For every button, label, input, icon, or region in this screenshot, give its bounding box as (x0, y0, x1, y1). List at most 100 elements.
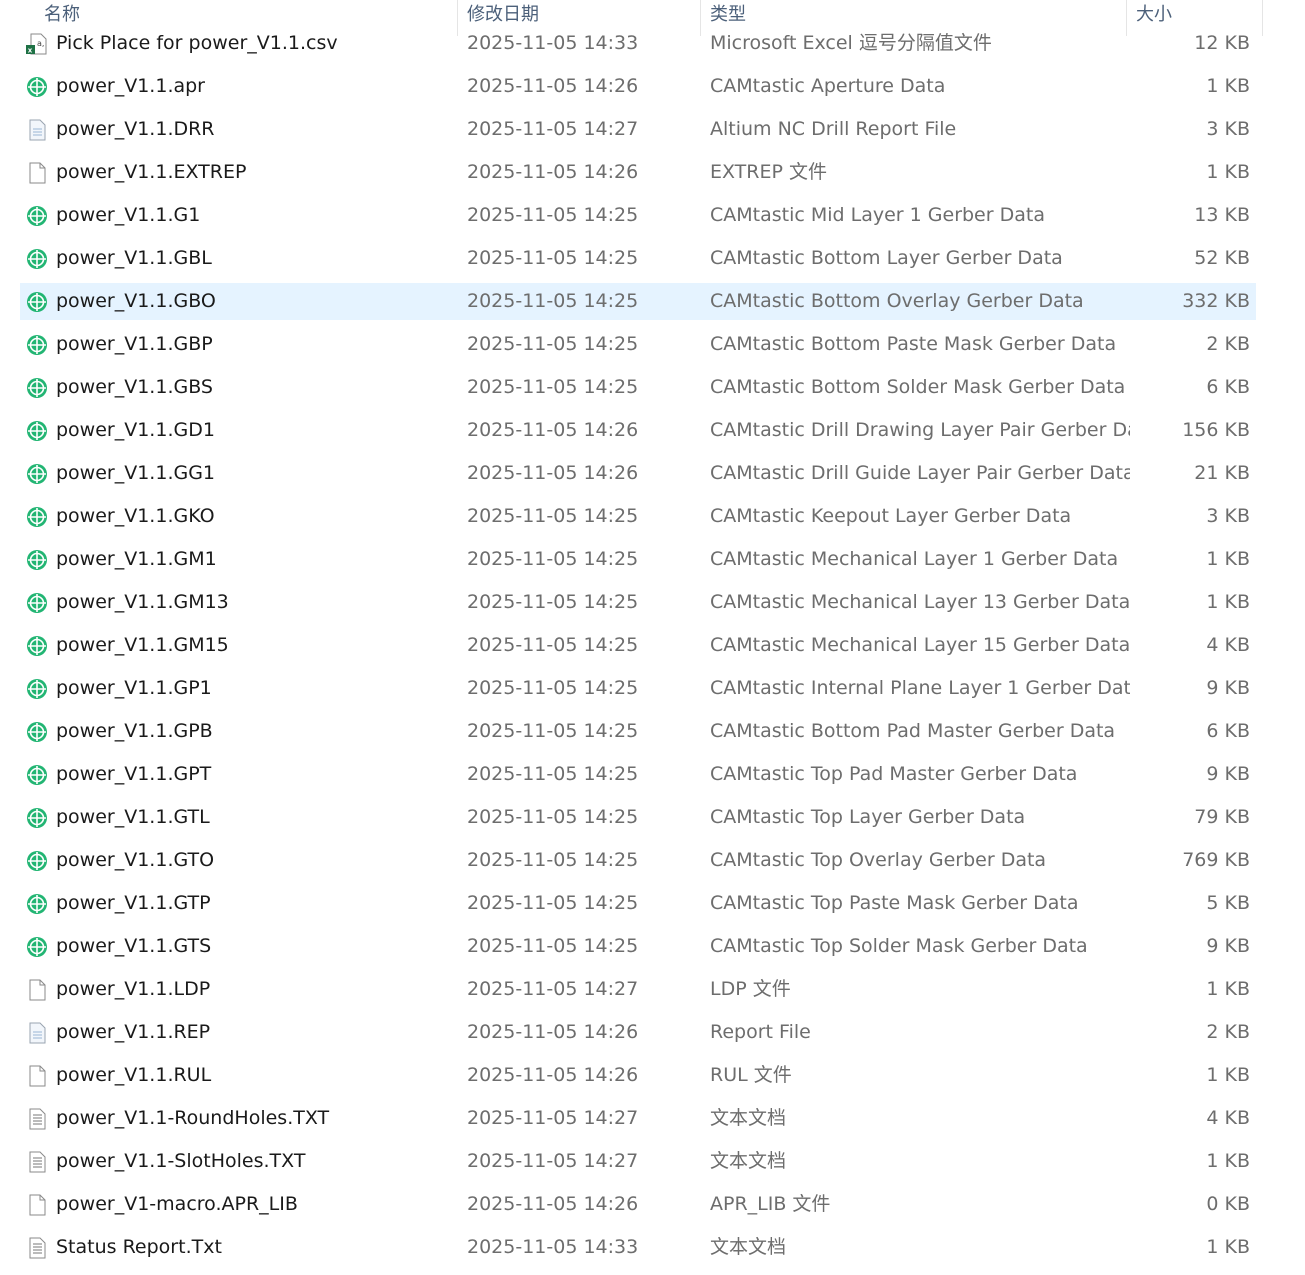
file-size: 9 KB (1206, 763, 1250, 785)
file-row[interactable]: power_V1.1.GM13 2025-11-05 14:25 CAMtastic… (20, 584, 1256, 621)
gerber-icon (26, 893, 48, 915)
file-name: power_V1.1.GBS (56, 376, 213, 398)
file-size: 769 KB (1182, 849, 1250, 871)
gerber-icon (26, 205, 48, 227)
file-row[interactable]: power_V1.1.GTL 2025-11-05 14:25 CAMtastic … (20, 799, 1256, 836)
file-size: 79 KB (1194, 806, 1250, 828)
file-type: CAMtastic Mechanical Layer 1 Gerber Data (710, 548, 1119, 570)
file-name: power_V1.1.REP (56, 1021, 211, 1043)
file-size: 4 KB (1206, 1107, 1250, 1129)
file-name: power_V1.1.GTP (56, 892, 211, 914)
file-type: CAMtastic Drill Drawing Layer Pair Gerbe… (710, 419, 1130, 441)
file-name: power_V1.1.GTL (56, 806, 210, 828)
file-type: CAMtastic Bottom Pad Master Gerber Data (710, 720, 1116, 742)
file-date: 2025-11-05 14:26 (467, 1193, 639, 1215)
file-type: CAMtastic Keepout Layer Gerber Data (710, 505, 1072, 527)
file-size: 1 KB (1206, 1064, 1250, 1086)
file-size: 3 KB (1206, 505, 1250, 527)
file-row[interactable]: power_V1.1.GM1 2025-11-05 14:25 CAMtastic … (20, 541, 1256, 578)
file-row[interactable]: power_V1.1.REP 2025-11-05 14:26 Report Fil… (20, 1014, 1256, 1051)
file-type: CAMtastic Bottom Overlay Gerber Data (710, 290, 1084, 312)
file-size: 156 KB (1182, 419, 1250, 441)
file-date: 2025-11-05 14:26 (467, 75, 639, 97)
gerber-icon (26, 463, 48, 485)
blank-file-icon (26, 1065, 48, 1087)
file-row[interactable]: power_V1.1.EXTREP 2025-11-05 14:26 EXTREP … (20, 154, 1256, 191)
file-date: 2025-11-05 14:25 (467, 677, 639, 699)
svg-text:x: x (28, 47, 33, 55)
file-type: 文本文档 (710, 1107, 787, 1129)
file-size: 13 KB (1194, 204, 1250, 226)
file-row[interactable]: power_V1.1-SlotHoles.TXT 2025-11-05 14:27… (20, 1143, 1256, 1180)
gerber-icon (26, 721, 48, 743)
file-size: 12 KB (1194, 32, 1250, 54)
gerber-icon (26, 377, 48, 399)
file-row[interactable]: power_V1.1.GBL 2025-11-05 14:25 CAMtastic … (20, 240, 1256, 277)
file-row[interactable]: power_V1.1.GTP 2025-11-05 14:25 CAMtastic … (20, 885, 1256, 922)
file-date: 2025-11-05 14:27 (467, 1107, 639, 1129)
file-row[interactable]: power_V1.1.GP1 2025-11-05 14:25 CAMtastic … (20, 670, 1256, 707)
file-type: EXTREP 文件 (710, 161, 827, 183)
file-date: 2025-11-05 14:25 (467, 548, 639, 570)
file-type: Report File (710, 1021, 811, 1043)
file-row[interactable]: power_V1.1.GBS 2025-11-05 14:25 CAMtastic … (20, 369, 1256, 406)
file-row[interactable]: Status Report.Txt 2025-11-05 14:33 文本文档 1 K… (20, 1229, 1256, 1266)
file-date: 2025-11-05 14:25 (467, 247, 639, 269)
file-name: power_V1.1.EXTREP (56, 161, 247, 183)
file-name: power_V1.1.GBP (56, 333, 213, 355)
file-row[interactable]: power_V1.1.GBO 2025-11-05 14:25 CAMtastic … (20, 283, 1256, 320)
file-date: 2025-11-05 14:25 (467, 806, 639, 828)
file-size: 9 KB (1206, 677, 1250, 699)
gerber-icon (26, 592, 48, 614)
file-name: power_V1.1.GBL (56, 247, 212, 269)
file-row[interactable]: power_V1.1.GPB 2025-11-05 14:25 CAMtastic … (20, 713, 1256, 750)
file-size: 1 KB (1206, 75, 1250, 97)
file-row[interactable]: power_V1.1.apr 2025-11-05 14:26 CAMtastic … (20, 68, 1256, 105)
file-row[interactable]: power_V1.1.GM15 2025-11-05 14:25 CAMtastic… (20, 627, 1256, 664)
file-date: 2025-11-05 14:25 (467, 505, 639, 527)
file-name: power_V1.1.GM13 (56, 591, 229, 613)
gerber-icon (26, 334, 48, 356)
file-date: 2025-11-05 14:33 (467, 32, 639, 54)
file-type: CAMtastic Top Paste Mask Gerber Data (710, 892, 1079, 914)
file-type: RUL 文件 (710, 1064, 792, 1086)
file-row[interactable]: power_V1.1.GTO 2025-11-05 14:25 CAMtastic … (20, 842, 1256, 879)
gerber-icon (26, 506, 48, 528)
file-row[interactable]: power_V1.1.LDP 2025-11-05 14:27 LDP 文件 1 KB (20, 971, 1256, 1008)
file-row[interactable]: power_V1.1.GPT 2025-11-05 14:25 CAMtastic … (20, 756, 1256, 793)
file-date: 2025-11-05 14:33 (467, 1236, 639, 1258)
file-date: 2025-11-05 14:27 (467, 1150, 639, 1172)
file-name: power_V1.1.GP1 (56, 677, 212, 699)
file-date: 2025-11-05 14:26 (467, 1021, 639, 1043)
file-row[interactable]: power_V1.1.GTS 2025-11-05 14:25 CAMtastic … (20, 928, 1256, 965)
file-row[interactable]: power_V1.1-RoundHoles.TXT 2025-11-05 14:2… (20, 1100, 1256, 1137)
file-type: CAMtastic Bottom Layer Gerber Data (710, 247, 1063, 269)
file-size: 2 KB (1206, 1021, 1250, 1043)
file-name: power_V1.1.GKO (56, 505, 215, 527)
text-file-icon (26, 1151, 48, 1173)
file-row[interactable]: power_V1.1.GKO 2025-11-05 14:25 CAMtastic … (20, 498, 1256, 535)
file-size: 1 KB (1206, 591, 1250, 613)
file-name: power_V1.1.DRR (56, 118, 215, 140)
gerber-icon (26, 936, 48, 958)
file-row[interactable]: power_V1-macro.APR_LIB 2025-11-05 14:26 AP… (20, 1186, 1256, 1223)
file-row[interactable]: power_V1.1.G1 2025-11-05 14:25 CAMtastic M… (20, 197, 1256, 234)
file-name: power_V1.1.LDP (56, 978, 211, 1000)
file-row[interactable]: power_V1.1.RUL 2025-11-05 14:26 RUL 文件 1 KB (20, 1057, 1256, 1094)
file-name: power_V1.1.GM15 (56, 634, 229, 656)
blank-file-icon (26, 162, 48, 184)
column-divider[interactable] (1262, 0, 1263, 36)
file-date: 2025-11-05 14:26 (467, 1064, 639, 1086)
file-row[interactable]: power_V1.1.GG1 2025-11-05 14:26 CAMtastic … (20, 455, 1256, 492)
gerber-icon (26, 248, 48, 270)
file-name: Status Report.Txt (56, 1236, 222, 1258)
file-row[interactable]: a, x Pick Place for power_V1.1.csv 2025-11-… (20, 25, 1256, 62)
blank-file-icon (26, 1194, 48, 1216)
file-size: 4 KB (1206, 634, 1250, 656)
file-row[interactable]: power_V1.1.GD1 2025-11-05 14:26 CAMtastic … (20, 412, 1256, 449)
file-row[interactable]: power_V1.1.GBP 2025-11-05 14:25 CAMtastic … (20, 326, 1256, 363)
file-type: Microsoft Excel 逗号分隔值文件 (710, 32, 992, 54)
file-date: 2025-11-05 14:26 (467, 419, 639, 441)
file-row[interactable]: power_V1.1.DRR 2025-11-05 14:27 Altium NC … (20, 111, 1256, 148)
file-size: 52 KB (1194, 247, 1250, 269)
